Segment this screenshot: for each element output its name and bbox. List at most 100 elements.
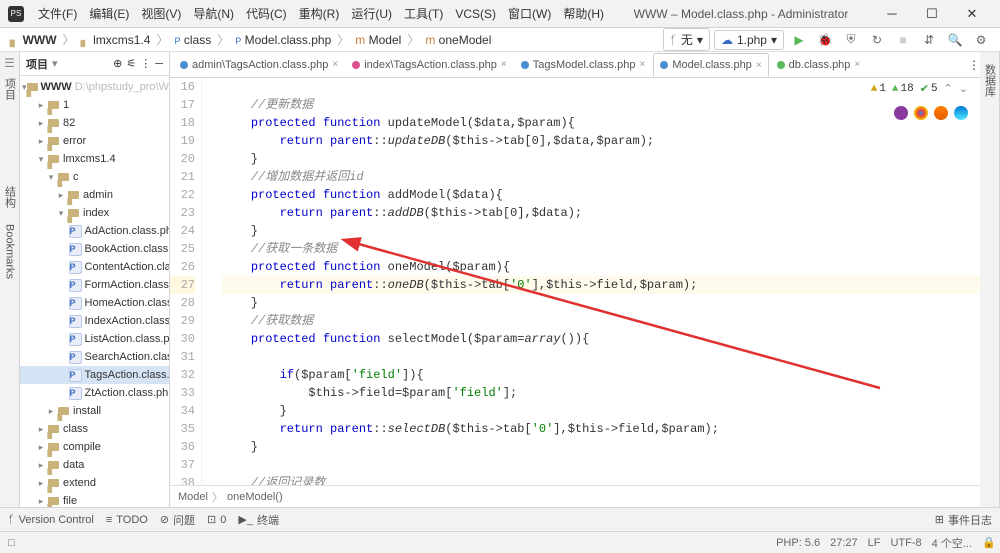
tree-item-13[interactable]: ListAction.class.php [20, 330, 169, 348]
terminal-button[interactable]: ▶_ 终端 [238, 512, 279, 528]
tree-item-8[interactable]: BookAction.class.php [20, 240, 169, 258]
tool-menu-icon[interactable]: ☰ [4, 56, 15, 70]
menu-帮助[interactable]: 帮助(H) [557, 7, 610, 21]
editor-tab-2[interactable]: TagsModel.class.php× [515, 53, 652, 77]
code-editor[interactable]: 1617181920212223242526272829303132333435… [170, 78, 980, 485]
close-tab-icon[interactable]: × [756, 60, 762, 71]
tree-item-15[interactable]: TagsAction.class.php [20, 366, 169, 384]
chrome-icon[interactable] [914, 106, 928, 120]
tree-item-10[interactable]: FormAction.class.php [20, 276, 169, 294]
edge-icon[interactable] [954, 106, 968, 120]
tree-item-22[interactable]: ▸file [20, 492, 169, 507]
tree-item-16[interactable]: ZtAction.class.php [20, 384, 169, 402]
collapse-icon[interactable]: ⚟ [126, 57, 136, 70]
options-icon[interactable]: ⋮ [140, 57, 151, 70]
breadcrumb-3[interactable]: P Model.class.php [233, 33, 333, 47]
tree-item-12[interactable]: IndexAction.class.php [20, 312, 169, 330]
settings-button[interactable]: ⚙ [970, 29, 992, 51]
tree-item-19[interactable]: ▸compile [20, 438, 169, 456]
maximize-button[interactable]: ☐ [912, 2, 952, 26]
menu-编辑[interactable]: 编辑(E) [83, 7, 135, 21]
editor-tab-4[interactable]: db.class.php× [771, 53, 867, 77]
breadcrumb-5[interactable]: m oneModel [423, 33, 493, 47]
tree-item-4[interactable]: ▾c [20, 168, 169, 186]
menu-导航[interactable]: 导航(N) [187, 7, 240, 21]
coverage-button[interactable]: ⛨ [840, 29, 862, 51]
tree-item-0[interactable]: ▸1 [20, 96, 169, 114]
tree-item-14[interactable]: SearchAction.class.php [20, 348, 169, 366]
breadcrumb-2[interactable]: P class [173, 33, 214, 47]
line-ending[interactable]: LF [868, 537, 881, 549]
breadcrumb-1[interactable]: ▖ lmxcms1.4 [79, 33, 153, 47]
menu-窗口[interactable]: 窗口(W) [502, 7, 557, 21]
event-log-button[interactable]: ⊞ 事件日志 [935, 512, 992, 528]
close-tab-icon[interactable]: × [639, 59, 645, 70]
tree-item-3[interactable]: ▾lmxcms1.4 [20, 150, 169, 168]
caret-position[interactable]: 27:27 [830, 537, 858, 549]
debug-button[interactable]: 🐞 [814, 29, 836, 51]
tree-item-7[interactable]: AdAction.class.php [20, 222, 169, 240]
encoding[interactable]: UTF-8 [890, 537, 921, 549]
tree-item-9[interactable]: ContentAction.class.php [20, 258, 169, 276]
locate-icon[interactable]: ⊕ [113, 57, 122, 70]
inspection-badges[interactable]: ▲1 ▲18 ✔5 ⌃⌄ [871, 82, 968, 96]
tree-item-21[interactable]: ▸extend [20, 474, 169, 492]
stop-button[interactable]: ■ [892, 29, 914, 51]
run-config-dropdown[interactable]: ☁ 1.php ▾ [714, 30, 784, 50]
close-button[interactable]: ✕ [952, 2, 992, 26]
menu-视图[interactable]: 视图(V) [135, 7, 187, 21]
status-square-icon[interactable]: □ [8, 537, 15, 549]
bookmarks-tab[interactable]: Bookmarks [3, 216, 17, 287]
tree-item-1[interactable]: ▸82 [20, 114, 169, 132]
browser-preview-icons[interactable] [894, 106, 968, 120]
close-tab-icon[interactable]: × [501, 59, 507, 70]
project-tab[interactable]: 项目 [1, 70, 19, 108]
structure-tab[interactable]: 结构 [1, 178, 19, 216]
menu-运行[interactable]: 运行(U) [345, 7, 398, 21]
version-control-button[interactable]: ᚶ Version Control [8, 514, 94, 526]
todo-button[interactable]: ≡ TODO [106, 514, 148, 526]
tree-item-6[interactable]: ▾index [20, 204, 169, 222]
errors-button[interactable]: ⊡ 0 [207, 513, 226, 526]
editor-breadcrumb[interactable]: Model〉oneModel() [170, 485, 980, 507]
profile-button[interactable]: ↻ [866, 29, 888, 51]
tree-item-2[interactable]: ▸error [20, 132, 169, 150]
tree-item-11[interactable]: HomeAction.class.php [20, 294, 169, 312]
ide-preview-icon[interactable] [894, 106, 908, 120]
menu-代码[interactable]: 代码(C) [240, 7, 293, 21]
tree-item-20[interactable]: ▸data [20, 456, 169, 474]
more-tabs-icon[interactable]: ⋮ [968, 58, 980, 72]
menu-工具[interactable]: 工具(T) [398, 7, 449, 21]
breadcrumb-0[interactable]: ▖ WWW [8, 33, 59, 47]
titlebar: PS 文件(F)编辑(E)视图(V)导航(N)代码(C)重构(R)运行(U)工具… [0, 0, 1000, 28]
database-tab[interactable]: 数据库 [981, 56, 999, 105]
editor-tabs[interactable]: admin\TagsAction.class.php×index\TagsAct… [170, 52, 980, 78]
editor-tab-0[interactable]: admin\TagsAction.class.php× [174, 53, 344, 77]
run-button[interactable]: ▶ [788, 29, 810, 51]
project-pane: 项目 ▾ ⊕ ⚟ ⋮ ─ ▾WWW D:\phpstudy_pro\WWW▸1▸… [20, 52, 170, 507]
hide-icon[interactable]: ─ [155, 58, 163, 70]
readonly-lock-icon[interactable]: 🔒 [982, 536, 992, 549]
menu-VCS[interactable]: VCS(S) [449, 7, 502, 21]
tree-root[interactable]: ▾WWW D:\phpstudy_pro\WWW [20, 78, 169, 96]
firefox-icon[interactable] [934, 106, 948, 120]
project-tree[interactable]: ▾WWW D:\phpstudy_pro\WWW▸1▸82▸error▾lmxc… [20, 76, 169, 507]
tree-item-17[interactable]: ▸install [20, 402, 169, 420]
editor-tab-1[interactable]: index\TagsAction.class.php× [346, 53, 513, 77]
editor-tab-3[interactable]: Model.class.php× [653, 53, 768, 77]
menu-文件[interactable]: 文件(F) [32, 7, 83, 21]
search-button[interactable]: 🔍 [944, 29, 966, 51]
minimize-button[interactable]: ─ [872, 2, 912, 26]
update-button[interactable]: ⇵ [918, 29, 940, 51]
tree-item-18[interactable]: ▸class [20, 420, 169, 438]
close-tab-icon[interactable]: × [332, 59, 338, 70]
close-tab-icon[interactable]: × [854, 59, 860, 70]
breadcrumbs[interactable]: ▖ WWW〉▖ lmxcms1.4〉P class〉P Model.class.… [8, 31, 493, 48]
problems-button[interactable]: ⊘ 问题 [160, 512, 195, 528]
breadcrumb-4[interactable]: m Model [353, 33, 403, 47]
menu-重构[interactable]: 重构(R) [293, 7, 346, 21]
branch-button[interactable]: ᚶ 无 ▾ [663, 28, 710, 51]
php-version[interactable]: PHP: 5.6 [776, 537, 820, 549]
tree-item-5[interactable]: ▸admin [20, 186, 169, 204]
status-bar: □ PHP: 5.6 27:27 LF UTF-8 4 个空... 🔒 [0, 531, 1000, 553]
